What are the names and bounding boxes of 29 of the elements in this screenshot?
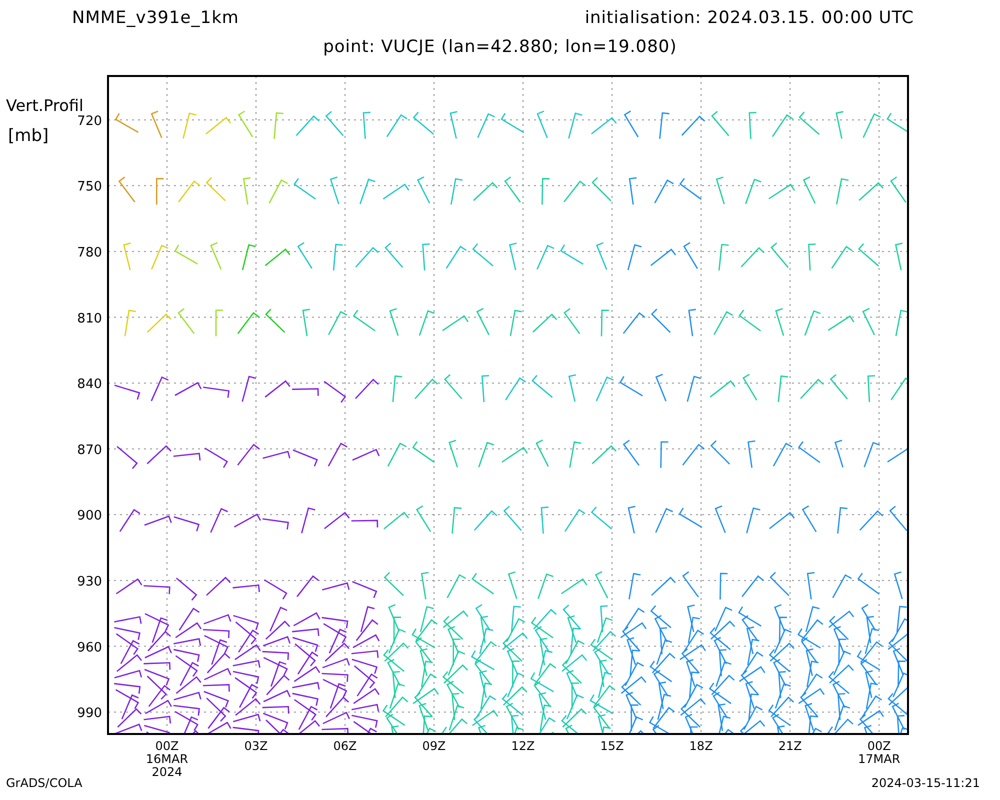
x-tick-label: 18Z xyxy=(689,739,713,753)
x-tick-label: 12Z xyxy=(511,739,535,753)
y-axis-title: [mb] xyxy=(8,126,49,146)
x-tick-label: 16MAR xyxy=(146,752,188,766)
timestamp: 2024-03-15-11:21 xyxy=(871,776,980,790)
x-tick-label: 2024 xyxy=(152,765,182,779)
x-tick-label: 15Z xyxy=(600,739,624,753)
y-tick-label: 870 xyxy=(77,442,102,458)
x-tick-label: 06Z xyxy=(333,739,357,753)
x-tick-label: 09Z xyxy=(422,739,446,753)
software-credit: GrADS/COLA xyxy=(6,776,82,790)
point-title: point: VUCJE (lan=42.880; lon=19.080) xyxy=(322,37,678,59)
y-tick-label: 900 xyxy=(77,508,102,524)
y-tick-label: 780 xyxy=(77,245,102,260)
x-tick-label: 00Z xyxy=(867,739,891,753)
x-tick-label: 03Z xyxy=(244,739,268,753)
x-tick-label: 21Z xyxy=(778,739,802,753)
y-tick-label: 930 xyxy=(77,574,102,590)
y-tick-label: 840 xyxy=(77,377,102,392)
y-axis-title: Vert.Profil xyxy=(6,96,84,115)
y-tick-label: 960 xyxy=(77,640,102,656)
y-tick-label: 990 xyxy=(77,706,102,722)
y-tick-label: 750 xyxy=(77,180,102,195)
model-name: NMME_v391e_1km xyxy=(72,8,239,26)
y-tick-label: 720 xyxy=(77,114,102,129)
x-tick-label: 00Z xyxy=(155,739,179,753)
x-tick-label: 17MAR xyxy=(858,752,900,766)
initialisation-time: initialisation: 2024.03.15. 00:00 UTC xyxy=(584,8,914,26)
y-tick-label: 810 xyxy=(77,311,102,326)
